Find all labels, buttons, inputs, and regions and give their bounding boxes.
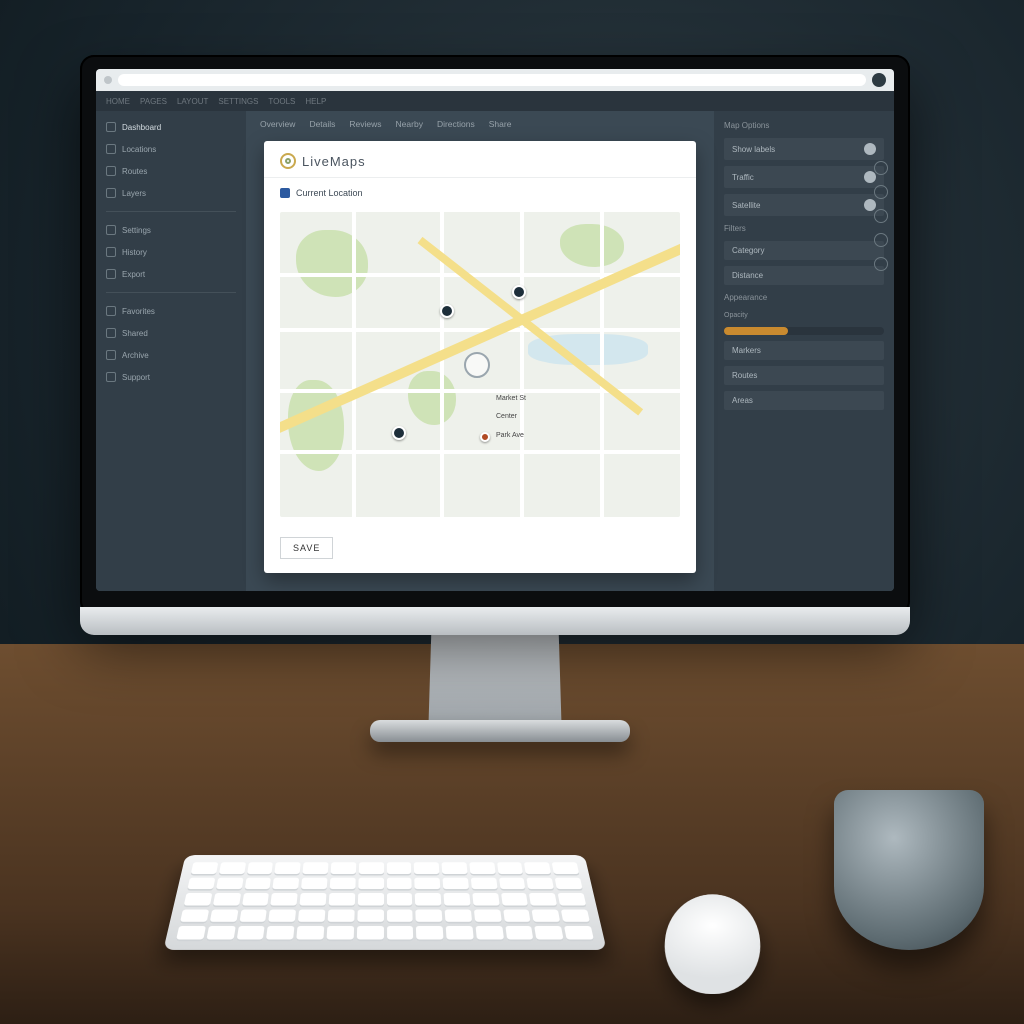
tab[interactable]: Reviews bbox=[349, 119, 381, 129]
sidebar-item[interactable]: History bbox=[106, 244, 236, 260]
panel-row[interactable]: Category bbox=[724, 241, 884, 260]
panel-row[interactable]: Distance bbox=[724, 266, 884, 285]
square-icon bbox=[106, 247, 116, 257]
right-icon-rail bbox=[874, 161, 888, 271]
tab[interactable]: Details bbox=[309, 119, 335, 129]
square-icon bbox=[106, 166, 116, 176]
monitor-frame: HOME PAGES LAYOUT SETTINGS TOOLS HELP Da… bbox=[80, 55, 910, 615]
sidebar-item[interactable]: Export bbox=[106, 266, 236, 282]
map-label: Park Ave bbox=[496, 432, 524, 440]
square-icon bbox=[106, 144, 116, 154]
content-tabs: Overview Details Reviews Nearby Directio… bbox=[246, 111, 714, 135]
map-pin-icon[interactable] bbox=[440, 304, 454, 318]
top-nav-item[interactable]: LAYOUT bbox=[177, 97, 208, 106]
square-icon bbox=[106, 225, 116, 235]
left-sidebar: Dashboard Locations Routes Layers Settin… bbox=[96, 111, 246, 591]
sidebar-item[interactable]: Favorites bbox=[106, 303, 236, 319]
square-icon bbox=[106, 372, 116, 382]
main-area: Overview Details Reviews Nearby Directio… bbox=[246, 111, 714, 591]
tab[interactable]: Nearby bbox=[396, 119, 423, 129]
panel-section-header: Appearance bbox=[724, 291, 884, 304]
divider bbox=[106, 292, 236, 293]
slider-label: Opacity bbox=[724, 310, 884, 321]
card-header: LiveMaps bbox=[264, 141, 696, 178]
tab[interactable]: Directions bbox=[437, 119, 475, 129]
tool-icon[interactable] bbox=[874, 257, 888, 271]
address-bar[interactable] bbox=[118, 74, 866, 86]
map-canvas[interactable]: Market St Center Park Ave bbox=[280, 212, 680, 517]
tab[interactable]: Share bbox=[489, 119, 512, 129]
panel-row[interactable]: Routes bbox=[724, 366, 884, 385]
toggle-icon[interactable] bbox=[864, 143, 876, 155]
divider bbox=[106, 211, 236, 212]
profile-avatar[interactable] bbox=[872, 73, 886, 87]
square-icon bbox=[106, 328, 116, 338]
sidebar-item[interactable]: Shared bbox=[106, 325, 236, 341]
top-nav-item[interactable]: PAGES bbox=[140, 97, 167, 106]
square-icon bbox=[106, 306, 116, 316]
brand: LiveMaps bbox=[280, 153, 680, 169]
sidebar-item[interactable]: Settings bbox=[106, 222, 236, 238]
square-icon bbox=[106, 350, 116, 360]
top-nav: HOME PAGES LAYOUT SETTINGS TOOLS HELP bbox=[96, 91, 894, 111]
tab[interactable]: Overview bbox=[260, 119, 295, 129]
coffee-mug bbox=[834, 790, 984, 950]
monitor-stand bbox=[428, 622, 561, 731]
sidebar-item[interactable]: Locations bbox=[106, 141, 236, 157]
top-nav-item[interactable]: HELP bbox=[305, 97, 326, 106]
panel-row[interactable]: Markers bbox=[724, 341, 884, 360]
top-nav-item[interactable]: SETTINGS bbox=[218, 97, 258, 106]
top-nav-item[interactable]: HOME bbox=[106, 97, 130, 106]
right-panel: Map Options Show labels Traffic Satellit… bbox=[714, 111, 894, 591]
tool-icon[interactable] bbox=[874, 233, 888, 247]
panel-row[interactable]: Satellite bbox=[724, 194, 884, 216]
sidebar-item[interactable]: Routes bbox=[106, 163, 236, 179]
map-label: Center bbox=[496, 413, 517, 421]
panel-row[interactable]: Areas bbox=[724, 391, 884, 410]
square-icon bbox=[106, 122, 116, 132]
map-pin-icon[interactable] bbox=[392, 426, 406, 440]
map-card: LiveMaps Current Location bbox=[264, 141, 696, 573]
brand-logo-icon bbox=[280, 153, 296, 169]
brand-name: LiveMaps bbox=[302, 154, 366, 169]
opacity-slider[interactable] bbox=[724, 327, 884, 335]
sidebar-item[interactable]: Dashboard bbox=[106, 119, 236, 135]
panel-row[interactable]: Show labels bbox=[724, 138, 884, 160]
screen: HOME PAGES LAYOUT SETTINGS TOOLS HELP Da… bbox=[96, 69, 894, 591]
square-icon bbox=[106, 269, 116, 279]
square-icon bbox=[106, 188, 116, 198]
save-button[interactable]: SAVE bbox=[280, 537, 333, 559]
tool-icon[interactable] bbox=[874, 209, 888, 223]
map-pin-icon[interactable] bbox=[480, 432, 490, 442]
map-center-icon bbox=[464, 352, 490, 378]
browser-chrome bbox=[96, 69, 894, 91]
monitor-stand-base bbox=[370, 720, 630, 742]
sidebar-item[interactable]: Archive bbox=[106, 347, 236, 363]
window-control-icon[interactable] bbox=[104, 76, 112, 84]
panel-section-header: Map Options bbox=[724, 119, 884, 132]
keyboard bbox=[163, 855, 606, 950]
tool-icon[interactable] bbox=[874, 161, 888, 175]
tool-icon[interactable] bbox=[874, 185, 888, 199]
sidebar-item[interactable]: Support bbox=[106, 369, 236, 385]
panel-section-header: Filters bbox=[724, 222, 884, 235]
folder-icon bbox=[280, 188, 290, 198]
top-nav-item[interactable]: TOOLS bbox=[268, 97, 295, 106]
sidebar-item[interactable]: Layers bbox=[106, 185, 236, 201]
map-label: Market St bbox=[496, 395, 526, 403]
card-section-title: Current Location bbox=[264, 178, 696, 208]
panel-row[interactable]: Traffic bbox=[724, 166, 884, 188]
